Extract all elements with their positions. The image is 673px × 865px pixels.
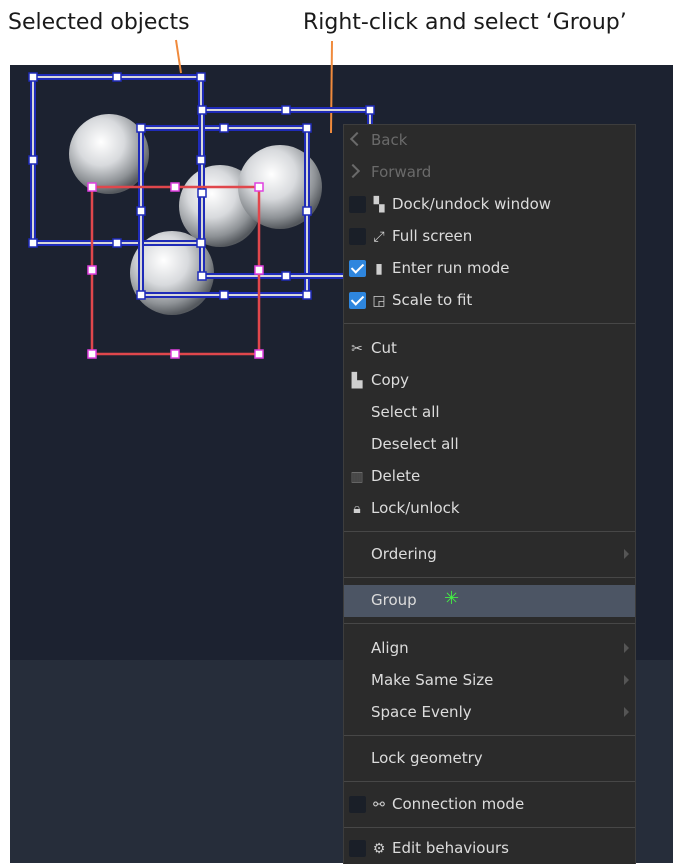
menu-item-select-all-label: Select all [371,403,440,421]
menu-item-delete[interactable]: ▥ Delete [344,461,635,493]
menu-item-lock-unlock[interactable]: 🔒︎ Lock/unlock [344,493,635,525]
lock-icon: 🔒︎ [353,501,361,517]
menu-item-edit-behaviours[interactable]: ⚙ Edit behaviours [344,833,635,865]
menu-separator [344,781,635,782]
cursor-click-icon: ✳ [444,588,460,609]
menu-item-ordering-label: Ordering [371,545,437,563]
menu-item-forward-label: Forward [371,163,432,181]
menu-item-back-label: Back [371,131,408,149]
menu-item-align[interactable]: Align [344,633,635,665]
menu-item-space-evenly[interactable]: Space Evenly [344,697,635,729]
menu-item-scale-to-fit-label: Scale to fit [392,291,473,309]
menu-item-copy[interactable]: ▙ Copy [344,365,635,397]
menu-item-make-same-size[interactable]: Make Same Size [344,665,635,697]
menu-item-connection-mode-label: Connection mode [392,795,525,813]
menu-item-delete-label: Delete [371,467,421,485]
menu-item-make-same-size-label: Make Same Size [371,671,494,689]
menu-separator [344,531,635,532]
menu-separator [344,577,635,578]
menu-item-cut[interactable]: ✂ Cut [344,333,635,365]
menu-item-deselect-all[interactable]: Deselect all [344,429,635,461]
menu-item-space-evenly-label: Space Evenly [371,703,472,721]
full-screen-checkbox[interactable] [349,228,366,245]
connection-mode-checkbox[interactable] [349,796,366,813]
menu-separator [344,735,635,736]
menu-item-scale-to-fit[interactable]: ◲ Scale to fit [344,285,635,317]
menu-item-dock-undock-label: Dock/undock window [392,195,552,213]
menu-item-group[interactable]: Group ✳ [344,585,635,617]
menu-item-select-all[interactable]: Select all [344,397,635,429]
menu-item-group-label: Group [371,591,417,609]
menu-item-full-screen[interactable]: ⤢ Full screen [344,221,635,253]
submenu-arrow-icon [624,643,629,653]
menu-item-deselect-all-label: Deselect all [371,435,459,453]
run-mode-icon: ▮ [375,261,383,277]
menu-item-enter-run-mode-label: Enter run mode [392,259,510,277]
menu-item-connection-mode[interactable]: ⚯ Connection mode [344,789,635,821]
menu-item-full-screen-label: Full screen [392,227,473,245]
edit-behaviours-checkbox[interactable] [349,840,366,857]
chevron-right-icon [345,163,361,179]
menu-item-enter-run-mode[interactable]: ▮ Enter run mode [344,253,635,285]
submenu-arrow-icon [624,707,629,717]
dock-undock-checkbox[interactable] [349,196,366,213]
dock-window-icon: ▚ [373,197,385,213]
menu-item-lock-geometry-label: Lock geometry [371,749,483,767]
menu-separator [344,623,635,624]
menu-separator [344,827,635,828]
expand-arrows-icon: ⤢ [373,229,385,245]
scale-to-fit-checkbox[interactable] [349,292,366,309]
trash-icon: ▥ [350,469,364,485]
chevron-left-icon [349,131,365,147]
menu-item-copy-label: Copy [371,371,410,389]
enter-run-mode-checkbox[interactable] [349,260,366,277]
menu-item-forward[interactable]: Forward [344,157,635,189]
copy-icon: ▙ [351,373,363,389]
menu-item-back[interactable]: Back [344,125,635,157]
menu-separator [344,323,635,324]
menu-item-cut-label: Cut [371,339,397,357]
menu-item-align-label: Align [371,639,409,657]
menu-item-lock-geometry[interactable]: Lock geometry [344,743,635,775]
gear-icon: ⚙ [372,841,386,857]
context-menu: Back Forward Dock/undock window ▚ ⤢ Full… [343,124,636,864]
menu-item-dock-undock[interactable]: Dock/undock window ▚ [344,189,635,221]
scale-icon: ◲ [372,293,386,309]
menu-item-lock-unlock-label: Lock/unlock [371,499,460,517]
submenu-arrow-icon [624,549,629,559]
connection-icon: ⚯ [373,797,385,813]
submenu-arrow-icon [624,675,629,685]
menu-item-edit-behaviours-label: Edit behaviours [392,839,509,857]
scissors-icon: ✂ [351,341,363,357]
menu-item-ordering[interactable]: Ordering [344,539,635,571]
